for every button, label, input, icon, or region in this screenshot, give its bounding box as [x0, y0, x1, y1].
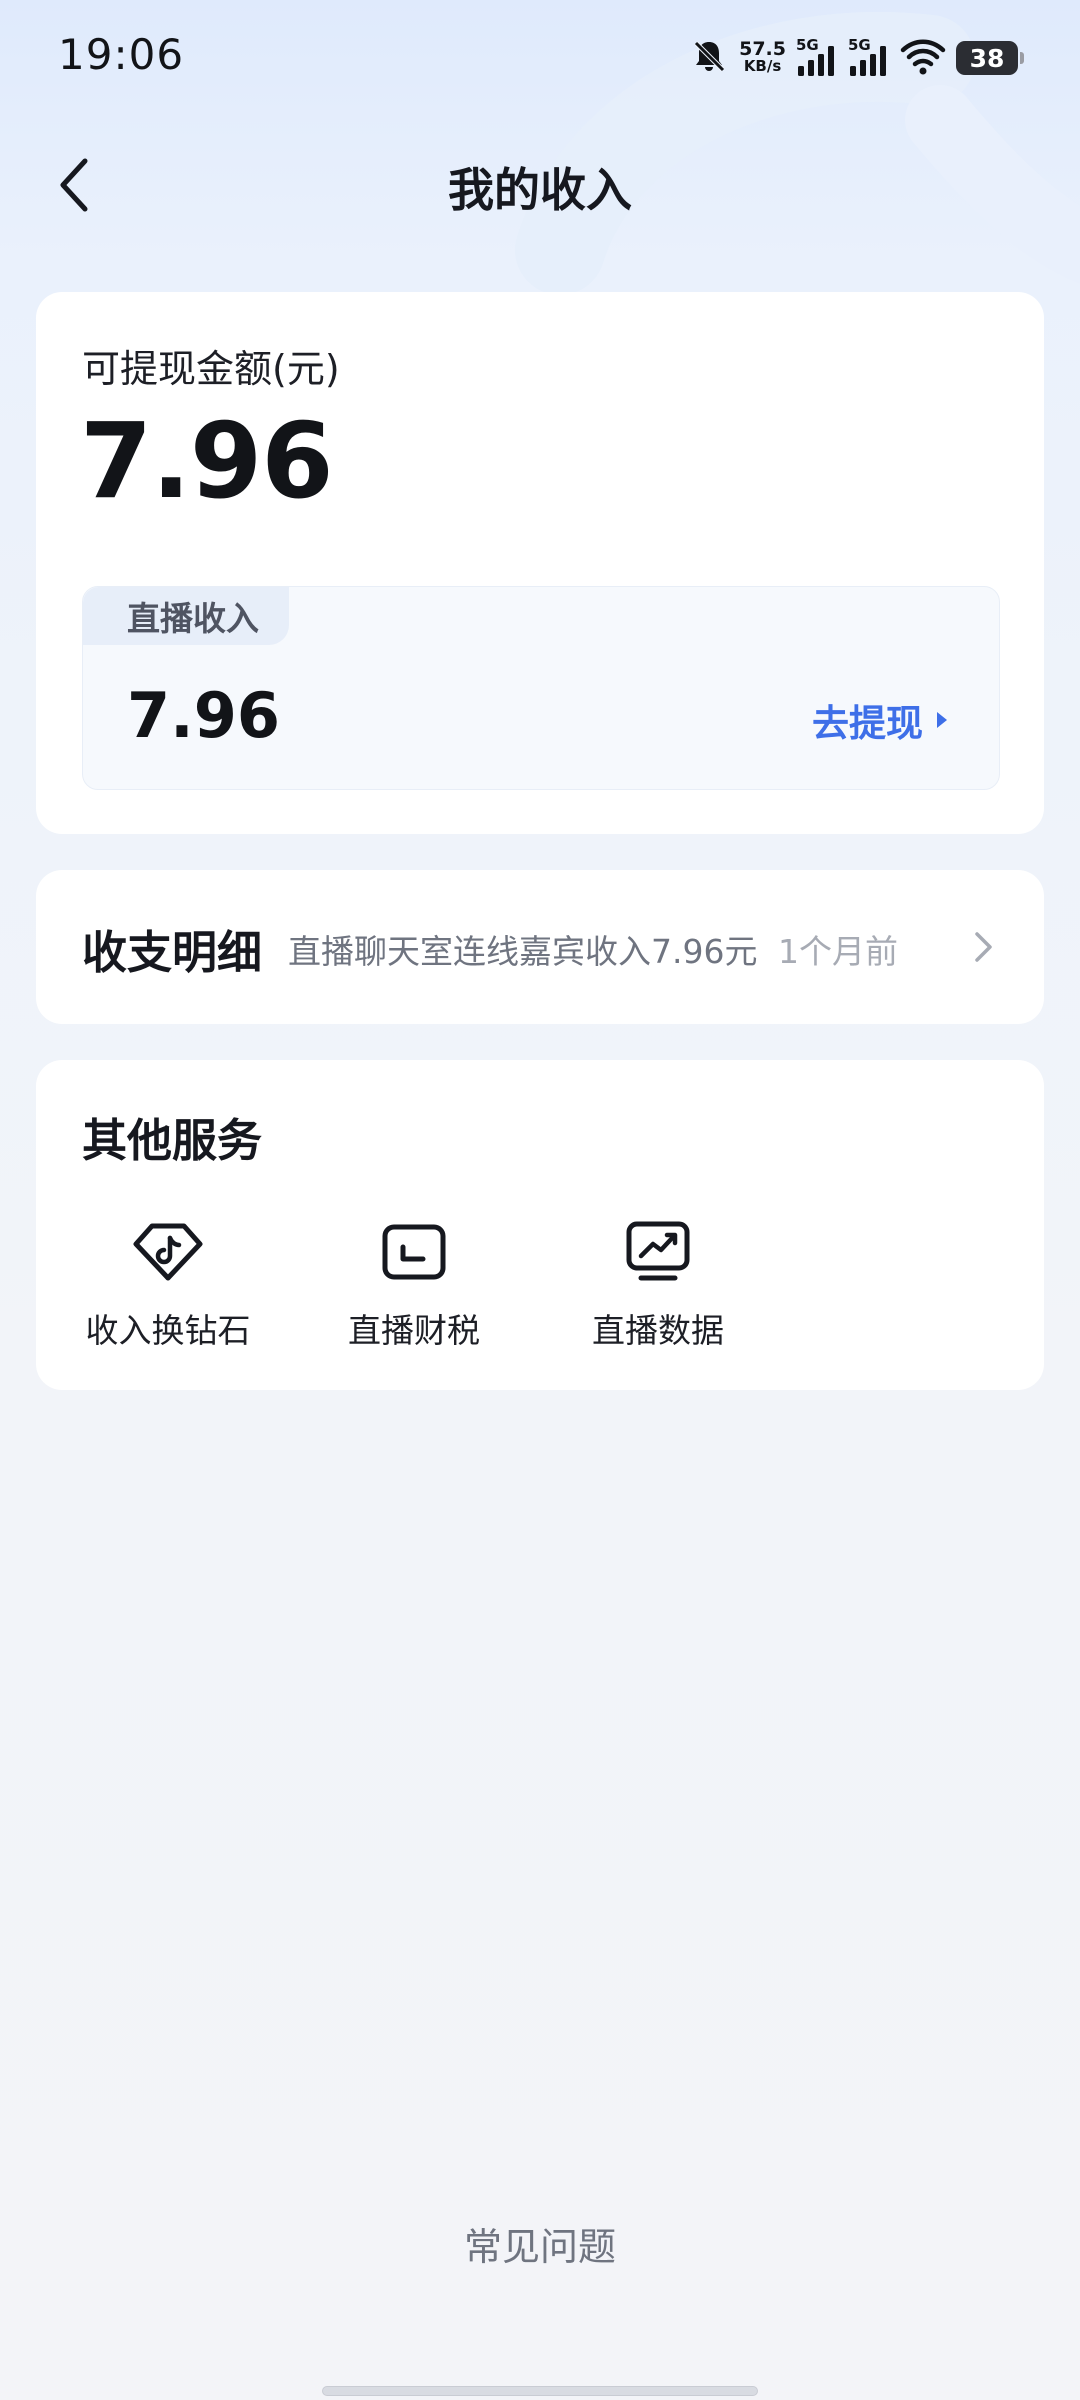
income-detail-title: 收支明细	[82, 926, 263, 979]
service-live-tax[interactable]: 直播财税	[334, 1214, 494, 1360]
status-time: 19:06	[58, 30, 185, 79]
withdraw-button[interactable]: 去提现	[812, 693, 947, 747]
other-services-title: 其他服务	[82, 1114, 263, 1167]
chart-screen-icon	[626, 1221, 690, 1281]
service-live-data[interactable]: 直播数据	[578, 1214, 738, 1360]
wifi-icon	[900, 36, 946, 80]
triangle-right-icon	[937, 712, 947, 728]
service-label: 直播数据	[592, 1311, 724, 1350]
status-icons: 57.5 KB/s 5G 5G 38	[689, 36, 1024, 80]
network-speed-unit: KB/s	[743, 57, 782, 75]
nav-bar: 我的收入	[0, 130, 1080, 240]
signal-icon: 5G	[848, 36, 890, 78]
balance-card: 可提现金额(元) 7.96 直播收入 7.96 去提现	[36, 292, 1044, 834]
signal-icon: 5G	[796, 36, 838, 78]
bell-muted-icon	[689, 36, 729, 80]
battery-level: 38	[969, 43, 1005, 73]
chevron-right-icon	[975, 932, 992, 962]
other-services-card: 其他服务 收入换钻石 直播财税 直播数据	[36, 1060, 1044, 1390]
tax-screen-icon	[382, 1224, 446, 1280]
service-label: 直播财税	[348, 1311, 480, 1350]
page-title: 我的收入	[448, 163, 632, 217]
withdrawable-amount: 7.96	[80, 400, 334, 522]
status-bar: 19:06 57.5 KB/s 5G 5G 38	[0, 0, 1080, 116]
income-detail-time: 1个月前	[778, 932, 898, 971]
withdraw-label: 去提现	[812, 702, 923, 745]
income-detail-description: 直播聊天室连线嘉宾收入7.96元	[288, 932, 758, 971]
withdrawable-amount-label: 可提现金额(元)	[82, 347, 340, 391]
faq-link[interactable]: 常见问题	[0, 2216, 1080, 2271]
home-indicator[interactable]	[322, 2386, 758, 2396]
network-speed: 57.5 KB/s	[739, 38, 786, 75]
income-detail-row[interactable]: 收支明细 直播聊天室连线嘉宾收入7.96元 1个月前	[36, 870, 1044, 1024]
diamond-icon	[133, 1223, 203, 1281]
battery-icon: 38	[956, 41, 1024, 75]
live-income-tab: 直播收入	[83, 587, 289, 645]
network-speed-value: 57.5	[739, 38, 786, 60]
live-income-amount: 7.96	[127, 679, 280, 752]
live-income-box: 直播收入 7.96 去提现	[82, 586, 1000, 790]
service-label: 收入换钻石	[85, 1311, 251, 1350]
service-income-to-diamond[interactable]: 收入换钻石	[82, 1214, 254, 1360]
